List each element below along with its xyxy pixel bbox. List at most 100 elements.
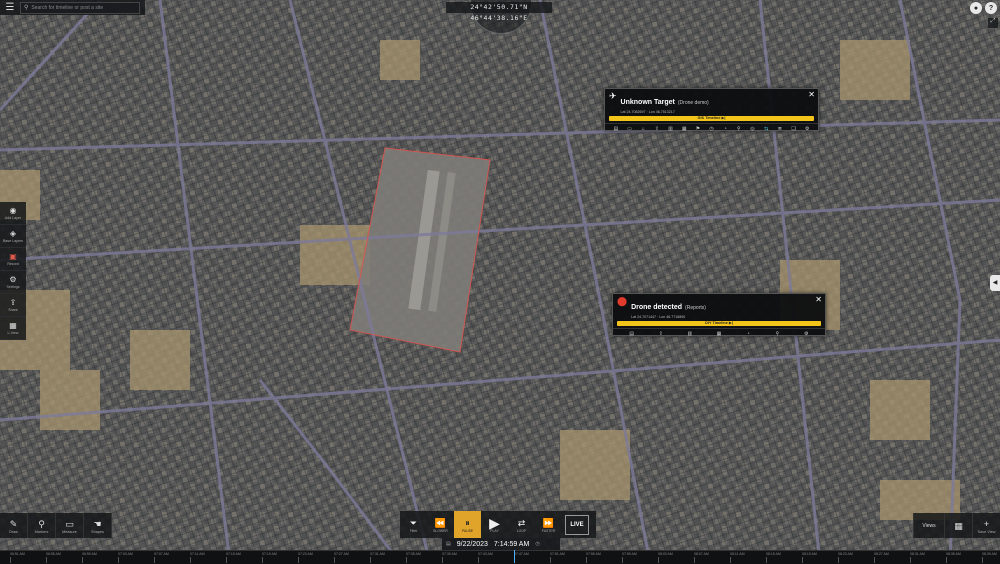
timeline-tick: 07:27 AM [334,552,349,563]
popup-title: Unknown Target [620,99,675,106]
popup-action-icon[interactable]: ⚲ [732,126,746,132]
popup-action-icon[interactable]: ▤ [617,331,646,337]
popup-action-icon[interactable]: ⇆ [759,126,773,132]
popup-action-icon[interactable]: ❏ [787,126,801,132]
popup-title: Drone detected [631,304,683,311]
share-button[interactable]: ⇪ Share [0,294,26,317]
l-view-button[interactable]: ▦ L-View [0,317,26,340]
timeline-tick: 08:07 AM [694,552,709,563]
timeline-tick: 08:31 AM [910,552,925,563]
map-pin-icon: ⬤ [617,296,628,306]
popup-tag: (Drone demo) [677,100,709,106]
base-layers-button[interactable]: ◈ Base Layers [0,225,26,248]
side-panel-toggle-icon[interactable]: ◀ [990,275,1000,291]
timeline-button[interactable]: DIY Timeline ▶| [617,321,821,326]
timeline-tick: 06:51 AM [10,552,25,563]
eye-icon: ◉ [9,206,17,215]
help-button[interactable]: ? [985,2,997,14]
timeline-tick: 08:27 AM [874,552,889,563]
popup-action-icon[interactable]: ⇪ [646,331,675,337]
popup-action-icon[interactable]: ▥ [664,126,678,132]
popup-action-icon[interactable]: ◷ [705,126,719,132]
timeline-tick: 07:39 AM [442,552,457,563]
timeline-tick: 07:47 AM [514,552,529,563]
close-icon[interactable]: ✕ [808,90,815,99]
bottom-right-toolbar: Views ▦ + Save View [913,513,1000,538]
timeline-tick: 07:03 AM [118,552,133,563]
settings-button[interactable]: ⚙ Settings [0,271,26,294]
fast-forward-icon: ⏩ [542,517,555,528]
share-icon: ⇪ [9,298,17,307]
hand-icon: ☚ [93,518,102,529]
left-toolbar: ◉ Add Layer ◈ Base Layers ▣ Record ⚙ Set… [0,202,26,340]
slower-button[interactable]: ⏪ SLOWER [427,511,454,538]
measure-button[interactable]: ▭ Measure [56,513,84,538]
add-layer-button[interactable]: ◉ Add Layer [0,202,26,225]
faster-button[interactable]: ⏩ FASTER [535,511,562,538]
popup-action-icon[interactable]: ⌂ [636,126,650,132]
target-popup: ✈ Unknown Target (Drone demo) Lat 24.7082… [604,88,819,134]
popup-action-icon[interactable]: ▥ [675,331,704,337]
time-value: 7:14:59 AM [493,540,530,548]
timeline-tick: 07:23 AM [298,552,313,563]
popup-action-icon[interactable]: ⇪ [650,126,664,132]
menu-icon[interactable]: ☰ [0,0,20,15]
playback-controls: ⏷ Filter ⏪ SLOWER ⏸ PAUSE ▶ PLAY ⇄ LOOP … [400,511,596,538]
satellite-map[interactable] [0,0,1000,563]
popup-action-icon[interactable]: ▭ [623,126,637,132]
timeline-tick: 07:43 AM [478,552,493,563]
timeline-tick: 07:15 AM [226,552,241,563]
map-canvas[interactable] [0,0,1000,563]
popup-action-icon[interactable]: ⚙ [800,126,814,132]
markers-button[interactable]: ⚲ Markers [28,513,56,538]
popup-action-icon[interactable]: ◔ [718,126,732,132]
close-icon[interactable]: ✕ [815,295,822,304]
draw-button[interactable]: ✎ Draw [0,513,28,538]
timeline-tick: 08:23 AM [838,552,853,563]
user-icon[interactable]: ● [970,2,982,14]
loop-button[interactable]: ⇄ LOOP [508,511,535,538]
coordinate-readout: 24°42'50.71"N 46°44'38.16"E [446,2,552,22]
plus-icon: + [983,518,990,529]
expand-icon[interactable]: ⤢ [988,18,998,28]
popup-action-icons: ▤ ▭ ⌂ ⇪ ▥ ▦ ⚑ ◷ ◔ ⚲ ◎ ⇆ ≣ ❏ ⚙ [605,123,818,134]
timeline-tick: 08:19 AM [802,552,817,563]
play-icon: ▶ [489,514,500,531]
popup-action-icons: ▤ ⇪ ▥ ▦ ◔ ⚲ ⚙ [613,328,825,339]
filter-button[interactable]: ⏷ Filter [400,511,427,538]
gear-icon: ⚙ [9,275,17,284]
bottom-left-toolbar: ✎ Draw ⚲ Markers ▭ Measure ☚ Shapes [0,513,112,538]
date-value: 9/22/2023 [456,540,488,548]
views-button[interactable]: Views [913,513,944,538]
popup-action-icon[interactable]: ≣ [773,126,787,132]
pin-icon: ⚲ [38,518,45,529]
popup-action-icon[interactable]: ▦ [677,126,691,132]
timeline-cursor[interactable] [514,550,515,563]
top-right-controls: ● ? [967,0,1000,16]
live-button[interactable]: LIVE [565,514,589,535]
datetime-display[interactable]: ▤ 9/22/2023 7:14:59 AM ◷ [442,538,560,550]
popup-action-icon[interactable]: ▦ [704,331,733,337]
timeline-tick: 07:55 AM [586,552,601,563]
pen-icon: ✎ [9,518,18,529]
search-input[interactable]: ⚲ Search for timeline or post a site [20,1,140,14]
timeline-scrubber[interactable]: 06:51 AM 06:55 AM 06:59 AM 07:03 AM 07:07 AM… [0,550,1000,564]
search-placeholder: Search for timeline or post a site [31,4,104,11]
top-search-bar: ☰ ⚲ Search for timeline or post a site [0,0,145,15]
popup-action-icon[interactable]: ◔ [734,331,763,337]
popup-action-icon[interactable]: ⚑ [691,126,705,132]
timeline-tick: 06:59 AM [82,552,97,563]
play-button[interactable]: ▶ PLAY [481,511,508,538]
timeline-tick: 08:03 AM [658,552,673,563]
timeline-button[interactable]: GIS Timeline ▶| [609,116,814,121]
popup-action-icon[interactable]: ◎ [746,126,760,132]
grid-view-button[interactable]: ▦ [944,513,972,538]
popup-action-icon[interactable]: ▤ [609,126,623,132]
clock-icon: ◷ [535,541,540,547]
record-button[interactable]: ▣ Record [0,248,26,271]
pause-button[interactable]: ⏸ PAUSE [454,511,481,538]
shapes-button[interactable]: ☚ Shapes [84,513,112,538]
popup-action-icon[interactable]: ⚲ [763,331,792,337]
popup-action-icon[interactable]: ⚙ [792,331,821,337]
save-view-button[interactable]: + Save View [972,513,1000,538]
